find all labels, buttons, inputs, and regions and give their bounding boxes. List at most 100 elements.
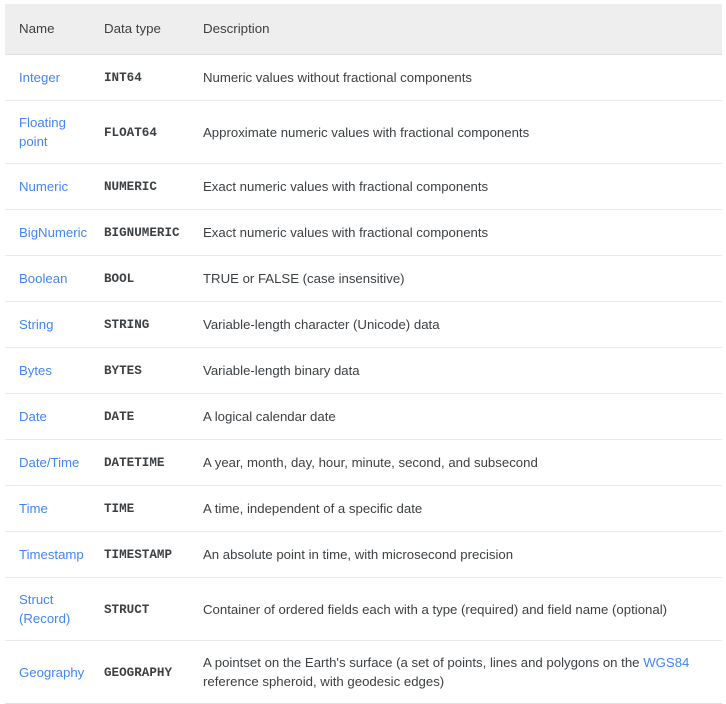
description-text: Exact numeric values with fractional com… xyxy=(203,225,488,240)
table-row: Time TIME A time, independent of a specifi… xyxy=(5,486,722,532)
column-header-name: Name xyxy=(5,4,104,55)
data-type-code: INT64 xyxy=(104,71,142,85)
cell-description: Exact numeric values with fractional com… xyxy=(203,164,722,210)
cell-description: An absolute point in time, with microsec… xyxy=(203,532,722,578)
cell-name: Bytes xyxy=(5,348,104,394)
data-type-link[interactable]: Bytes xyxy=(19,363,52,378)
table-row: Boolean BOOL TRUE or FALSE (case insensiti… xyxy=(5,256,722,302)
data-type-link[interactable]: BigNumeric xyxy=(19,225,87,240)
data-type-link[interactable]: Boolean xyxy=(19,271,67,286)
table-row: Date DATE A logical calendar date xyxy=(5,394,722,440)
data-type-code: DATE xyxy=(104,410,134,424)
data-types-page: Name Data type Description Integer INT64 N… xyxy=(0,0,726,637)
data-type-link[interactable]: Floating point xyxy=(19,115,66,149)
data-type-link[interactable]: String xyxy=(19,317,53,332)
cell-data-type: INT64 xyxy=(104,55,203,101)
data-type-code: TIME xyxy=(104,502,134,516)
data-type-code: STRUCT xyxy=(104,603,149,617)
cell-data-type: TIMESTAMP xyxy=(104,532,203,578)
data-type-code: BIGNUMERIC xyxy=(104,226,180,240)
column-header-description: Description xyxy=(203,4,722,55)
description-text: Container of ordered fields each with a … xyxy=(203,602,667,617)
cell-name: Time xyxy=(5,486,104,532)
cell-data-type: BOOL xyxy=(104,256,203,302)
cell-description: TRUE or FALSE (case insensitive) xyxy=(203,256,722,302)
cell-data-type: NUMERIC xyxy=(104,164,203,210)
data-type-link[interactable]: Timestamp xyxy=(19,547,84,562)
cell-name: Date/Time xyxy=(5,440,104,486)
description-text: An absolute point in time, with microsec… xyxy=(203,547,513,562)
cell-description: Numeric values without fractional compon… xyxy=(203,55,722,101)
cell-name: Boolean xyxy=(5,256,104,302)
description-text: TRUE or FALSE (case insensitive) xyxy=(203,271,405,286)
data-type-link[interactable]: Time xyxy=(19,501,48,516)
cell-description: Variable-length binary data xyxy=(203,348,722,394)
cell-data-type: DATE xyxy=(104,394,203,440)
column-header-data-type: Data type xyxy=(104,4,203,55)
data-type-code: DATETIME xyxy=(104,456,164,470)
cell-name: Floating point xyxy=(5,101,104,164)
wgs84-link[interactable]: WGS84 xyxy=(643,655,689,670)
cell-name: Geography xyxy=(5,641,104,704)
data-type-code: NUMERIC xyxy=(104,180,157,194)
description-text: Variable-length binary data xyxy=(203,363,360,378)
cell-description: Variable-length character (Unicode) data xyxy=(203,302,722,348)
data-type-link[interactable]: Struct (Record) xyxy=(19,592,70,626)
table-row: Geography GEOGRAPHY A pointset on the Eart… xyxy=(5,641,722,704)
cell-name: Numeric xyxy=(5,164,104,210)
data-type-link[interactable]: Date/Time xyxy=(19,455,79,470)
description-text: Numeric values without fractional compon… xyxy=(203,70,472,85)
table-header: Name Data type Description xyxy=(5,4,722,55)
cell-data-type: STRUCT xyxy=(104,578,203,641)
description-text: Variable-length character (Unicode) data xyxy=(203,317,440,332)
cell-description: A time, independent of a specific date xyxy=(203,486,722,532)
cell-description: Container of ordered fields each with a … xyxy=(203,578,722,641)
data-type-link[interactable]: Geography xyxy=(19,665,84,680)
table-body: Integer INT64 Numeric values without fract… xyxy=(5,55,722,704)
table-row: Timestamp TIMESTAMP An absolute point in t… xyxy=(5,532,722,578)
description-text: A logical calendar date xyxy=(203,409,336,424)
cell-name: BigNumeric xyxy=(5,210,104,256)
data-type-code: FLOAT64 xyxy=(104,126,157,140)
table-row: BigNumeric BIGNUMERIC Exact numeric values… xyxy=(5,210,722,256)
data-type-code: BOOL xyxy=(104,272,134,286)
cell-description: A year, month, day, hour, minute, second… xyxy=(203,440,722,486)
description-text: Exact numeric values with fractional com… xyxy=(203,179,488,194)
cell-name: Date xyxy=(5,394,104,440)
description-text-after-link: reference spheroid, with geodesic edges) xyxy=(203,674,444,689)
cell-data-type: STRING xyxy=(104,302,203,348)
cell-data-type: GEOGRAPHY xyxy=(104,641,203,704)
description-text: A year, month, day, hour, minute, second… xyxy=(203,455,538,470)
table-row: Struct (Record) STRUCT Container of ordere… xyxy=(5,578,722,641)
table-row: Bytes BYTES Variable-length binary data xyxy=(5,348,722,394)
cell-description: A pointset on the Earth's surface (a set… xyxy=(203,641,722,704)
data-types-table: Name Data type Description Integer INT64 N… xyxy=(5,4,722,704)
description-text: A time, independent of a specific date xyxy=(203,501,422,516)
cell-name: Timestamp xyxy=(5,532,104,578)
cell-name: Struct (Record) xyxy=(5,578,104,641)
cell-data-type: DATETIME xyxy=(104,440,203,486)
table-row: String STRING Variable-length character (U… xyxy=(5,302,722,348)
cell-description: Exact numeric values with fractional com… xyxy=(203,210,722,256)
cell-data-type: BIGNUMERIC xyxy=(104,210,203,256)
data-type-link[interactable]: Integer xyxy=(19,70,60,85)
table-row: Integer INT64 Numeric values without fract… xyxy=(5,55,722,101)
cell-name: String xyxy=(5,302,104,348)
cell-data-type: TIME xyxy=(104,486,203,532)
data-type-code: BYTES xyxy=(104,364,142,378)
cell-description: Approximate numeric values with fraction… xyxy=(203,101,722,164)
data-type-link[interactable]: Numeric xyxy=(19,179,68,194)
table-row: Floating point FLOAT64 Approximate numeric… xyxy=(5,101,722,164)
cell-description: A logical calendar date xyxy=(203,394,722,440)
data-type-link[interactable]: Date xyxy=(19,409,47,424)
data-type-code: TIMESTAMP xyxy=(104,548,172,562)
table-row: Date/Time DATETIME A year, month, day, hou… xyxy=(5,440,722,486)
description-text-before-link: A pointset on the Earth's surface (a set… xyxy=(203,655,643,670)
cell-data-type: BYTES xyxy=(104,348,203,394)
data-type-code: GEOGRAPHY xyxy=(104,666,172,680)
cell-data-type: FLOAT64 xyxy=(104,101,203,164)
data-type-code: STRING xyxy=(104,318,149,332)
table-row: Numeric NUMERIC Exact numeric values with … xyxy=(5,164,722,210)
table-header-row: Name Data type Description xyxy=(5,4,722,55)
description-text: Approximate numeric values with fraction… xyxy=(203,125,529,140)
